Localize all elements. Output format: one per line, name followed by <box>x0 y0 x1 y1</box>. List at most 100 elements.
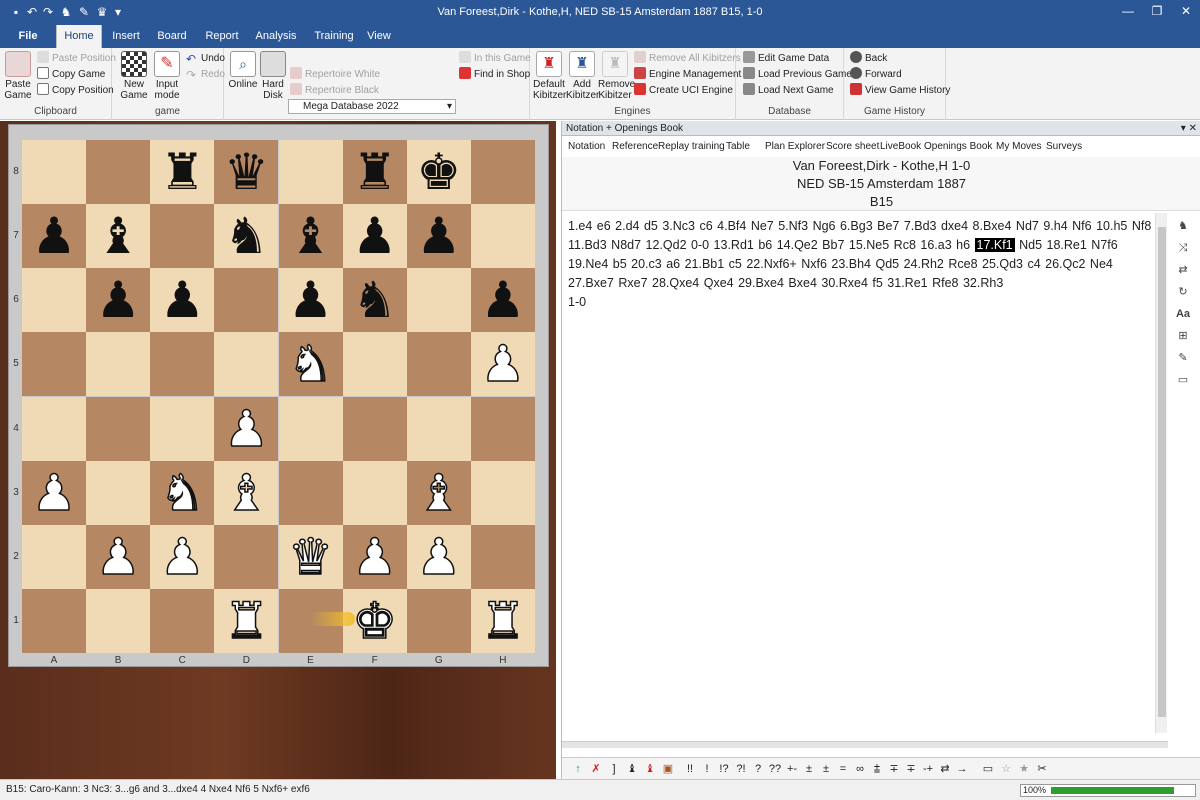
square-d5[interactable] <box>214 332 279 397</box>
remove-all-kibitzers-button[interactable]: Remove All Kibitzers <box>634 51 741 67</box>
create-uci-engine-button[interactable]: Create UCI Engine <box>634 83 733 99</box>
tab-table[interactable]: Table <box>726 140 750 154</box>
square-c7[interactable] <box>150 204 215 269</box>
repertoire-white-button[interactable]: Repertoire White <box>290 67 380 83</box>
current-move[interactable]: 17.Kf1 <box>974 238 1015 252</box>
minimize-button[interactable]: — <box>1114 0 1142 22</box>
tab-reference[interactable]: Reference <box>612 140 658 154</box>
annotation-symbol[interactable]: ! <box>699 762 715 776</box>
square-g6[interactable] <box>406 268 471 333</box>
black-pawn-a7[interactable]: ♟ <box>22 204 86 268</box>
font-icon[interactable]: Aa <box>1173 305 1193 323</box>
square-h4[interactable] <box>470 396 535 461</box>
black-bishop-e7[interactable]: ♝ <box>279 204 343 268</box>
white-knight-c3[interactable]: ♞ <box>150 461 214 525</box>
pane-close-icon[interactable]: ✕ <box>1189 123 1197 134</box>
tab-report[interactable]: Report <box>196 25 248 48</box>
square-h7[interactable] <box>470 204 535 269</box>
square-d6[interactable] <box>214 268 279 333</box>
default-kibitzer-button[interactable]: ♜ Default Kibitzer <box>533 51 566 101</box>
square-c5[interactable] <box>150 332 215 397</box>
square-b1[interactable] <box>86 588 151 653</box>
annotation-symbol[interactable]: ∞ <box>852 762 868 776</box>
tab-surveys[interactable]: Surveys <box>1046 140 1082 154</box>
square-h3[interactable] <box>470 460 535 525</box>
forward-button[interactable]: Forward <box>850 67 902 83</box>
new-game-button[interactable]: New Game <box>118 51 150 101</box>
tab-file[interactable]: File <box>0 25 56 48</box>
white-pawn-b2[interactable]: ♟ <box>86 525 150 589</box>
square-d2[interactable] <box>214 524 279 589</box>
square-g5[interactable] <box>406 332 471 397</box>
black-pawn-c6[interactable]: ♟ <box>150 268 214 332</box>
black-knight-d7[interactable]: ♞ <box>214 204 278 268</box>
annotation-symbol[interactable]: !? <box>716 762 732 776</box>
square-a6[interactable] <box>22 268 87 333</box>
tab-notation[interactable]: Notation <box>568 140 605 154</box>
star-filled-icon[interactable]: ★ <box>1016 762 1032 776</box>
chess-board[interactable]: ♜ ♛ ♜ ♚ ♟ ♝ ♞ ♝ ♟ ♟ ♟ ♟ ♟ ♞ ♟ ♞ ♟ ♟ ♟ ♞ ♝ ♝ ♟ ♟ ♛ ♟ ♟ ♜ ♚ ♜ <box>22 140 535 653</box>
black-queen-d8[interactable]: ♛ <box>214 140 278 204</box>
database-select[interactable]: Mega Database 2022 ▾ <box>288 99 456 114</box>
annotation-symbol[interactable]: ± <box>818 762 834 776</box>
online-button[interactable]: ⌕ Online <box>228 51 258 90</box>
annotation-symbol[interactable]: → <box>954 762 970 776</box>
eraser-icon[interactable]: ▭ <box>1173 371 1193 389</box>
square-a4[interactable] <box>22 396 87 461</box>
square-e8[interactable] <box>278 140 343 205</box>
tab-home[interactable]: Home <box>56 25 102 48</box>
black-bishop-b7[interactable]: ♝ <box>86 204 150 268</box>
white-bishop-g3[interactable]: ♝ <box>407 461 471 525</box>
tools-icon[interactable]: ✂ <box>1034 762 1050 776</box>
tab-training[interactable]: Training <box>306 25 362 48</box>
horizontal-scrollbar[interactable] <box>562 741 1168 748</box>
black-pawn-b6[interactable]: ♟ <box>86 268 150 332</box>
square-f4[interactable] <box>342 396 407 461</box>
square-b8[interactable] <box>86 140 151 205</box>
find-in-shop-button[interactable]: Find in Shop <box>459 67 530 83</box>
white-knight-e5[interactable]: ♞ <box>279 332 343 396</box>
medal-icon[interactable]: ▣ <box>660 762 676 776</box>
close-button[interactable]: ✕ <box>1172 0 1200 22</box>
square-g4[interactable] <box>406 396 471 461</box>
black-rook-f8[interactable]: ♜ <box>343 140 407 204</box>
undo-button[interactable]: ↶ Undo <box>186 51 225 67</box>
annotation-symbol[interactable]: !! <box>682 762 698 776</box>
square-f3[interactable] <box>342 460 407 525</box>
square-h2[interactable] <box>470 524 535 589</box>
tab-score-sheet[interactable]: Score sheet <box>826 140 879 154</box>
annotation-symbol[interactable]: ?! <box>733 762 749 776</box>
paste-position-button[interactable]: Paste Position <box>37 51 116 67</box>
view-game-history-button[interactable]: View Game History <box>850 83 950 99</box>
tab-analysis[interactable]: Analysis <box>250 25 302 48</box>
tab-livebook[interactable]: LiveBook <box>880 140 921 154</box>
square-g1[interactable] <box>406 588 471 653</box>
black-rook-c8[interactable]: ♜ <box>150 140 214 204</box>
black-pawn-f7[interactable]: ♟ <box>343 204 407 268</box>
square-a8[interactable] <box>22 140 87 205</box>
paste-game-button[interactable]: Paste Game <box>4 51 32 101</box>
annotation-symbol[interactable]: ⩲ <box>869 762 885 776</box>
delete-icon[interactable]: ✗ <box>588 762 604 776</box>
square-a1[interactable] <box>22 588 87 653</box>
black-pawn-e6[interactable]: ♟ <box>279 268 343 332</box>
edit-game-data-button[interactable]: Edit Game Data <box>743 51 829 67</box>
annotation-symbol[interactable]: -+ <box>920 762 936 776</box>
copy-game-button[interactable]: Copy Game <box>37 67 105 83</box>
annotation-symbol[interactable]: ∓ <box>886 762 902 776</box>
tab-insert[interactable]: Insert <box>104 25 148 48</box>
square-a2[interactable] <box>22 524 87 589</box>
insert-diagram-icon[interactable]: ♞ <box>1173 217 1193 235</box>
tab-replay-training[interactable]: Replay training <box>658 140 725 154</box>
back-button[interactable]: Back <box>850 51 887 67</box>
eraser-icon[interactable]: ▭ <box>980 762 996 776</box>
white-pawn-a3[interactable]: ♟ <box>22 461 86 525</box>
up-arrow-icon[interactable]: ↑ <box>570 762 586 776</box>
white-pawn-d4[interactable]: ♟ <box>214 397 278 461</box>
square-c4[interactable] <box>150 396 215 461</box>
star-icon[interactable]: ☆ <box>998 762 1014 776</box>
move-list[interactable]: 1.e4 e6 2.d4 d5 3.Nc3 c6 4.Bf4 Ne7 5.Nf3… <box>568 217 1154 312</box>
maximize-button[interactable]: ❐ <box>1143 0 1171 22</box>
pen-icon[interactable]: ✎ <box>1173 349 1193 367</box>
load-next-game-button[interactable]: Load Next Game <box>743 83 834 99</box>
